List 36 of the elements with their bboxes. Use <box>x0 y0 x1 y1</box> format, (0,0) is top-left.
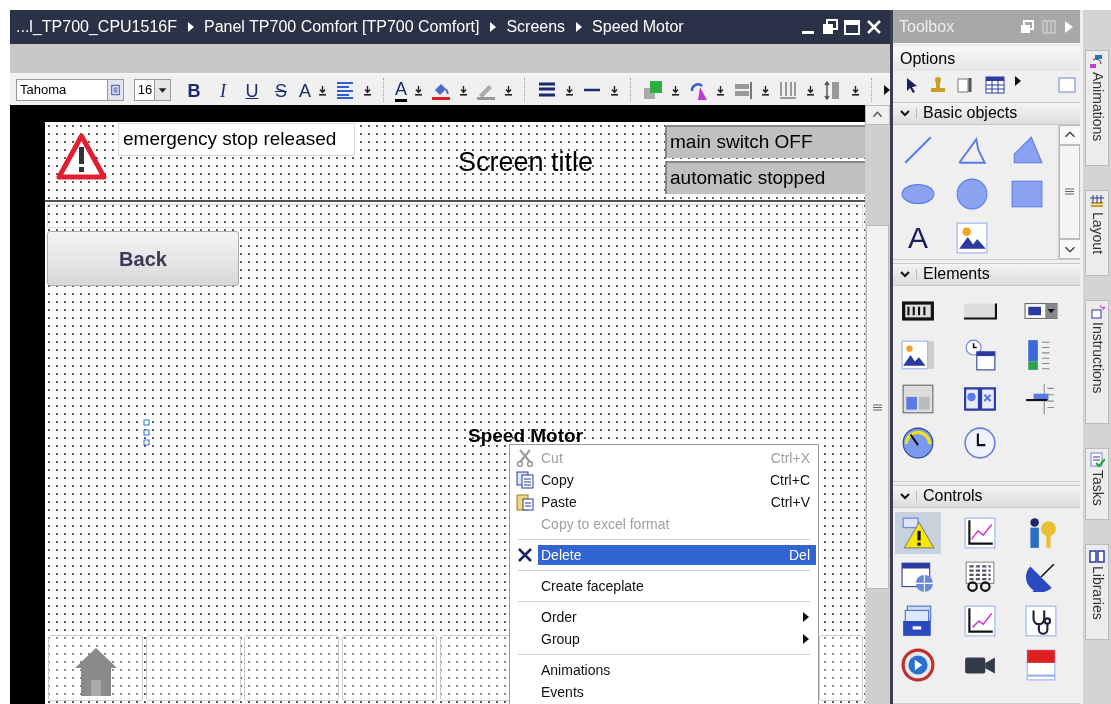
font-color-button[interactable]: A <box>394 78 407 102</box>
font-size-button[interactable]: A <box>298 78 311 102</box>
side-tab[interactable]: Instructions <box>1085 300 1109 424</box>
font-size-field[interactable]: 16 <box>133 79 171 101</box>
side-tab[interactable]: Animations <box>1085 50 1109 166</box>
menu-item[interactable]: Events <box>538 682 816 702</box>
back-button[interactable]: Back <box>47 231 239 286</box>
side-tab[interactable]: Tasks <box>1085 448 1109 520</box>
menu-item[interactable]: Animations <box>538 660 816 680</box>
breadcrumb-item[interactable]: ...l_TP700_CPU1516F <box>16 15 177 39</box>
menu-item[interactable]: Order <box>538 607 816 627</box>
menu-item[interactable]: Group <box>538 629 816 649</box>
menu-item[interactable]: Delete Del <box>538 545 816 565</box>
status-field: automatic stopped <box>665 161 865 194</box>
font-field[interactable]: Tahoma <box>16 79 124 101</box>
format-button[interactable]: U <box>240 78 263 102</box>
breadcrumb-item[interactable]: Speed Motor <box>592 15 684 39</box>
menu-item[interactable]: Copy Ctrl+C <box>538 470 816 490</box>
menu-item[interactable]: Paste Ctrl+V <box>538 492 816 512</box>
side-tab[interactable]: Layout <box>1085 190 1109 276</box>
breadcrumb-item[interactable]: Screens <box>506 15 566 39</box>
format-button[interactable]: B <box>182 78 205 102</box>
format-button[interactable]: I <box>211 78 234 102</box>
options-header: Options <box>893 47 1080 72</box>
screen-title: Screen title <box>458 146 594 179</box>
toolbox-header: Toolbox <box>893 10 1080 44</box>
breadcrumb-item[interactable]: Panel TP700 Comfort [TP700 Comfort] <box>204 15 480 39</box>
toolbox-tool[interactable]: A <box>895 216 941 259</box>
status-field: main switch OFF <box>665 125 865 158</box>
alarm-field: emergency stop released <box>118 123 355 156</box>
section-header[interactable]: Elements <box>893 262 1080 286</box>
side-tab[interactable]: Libraries <box>1085 544 1109 640</box>
menu-item[interactable]: Create faceplate <box>538 576 816 596</box>
section-header[interactable]: Basic objects <box>893 101 1080 125</box>
section-header[interactable]: Controls <box>893 484 1080 508</box>
format-button[interactable]: S <box>269 78 292 102</box>
